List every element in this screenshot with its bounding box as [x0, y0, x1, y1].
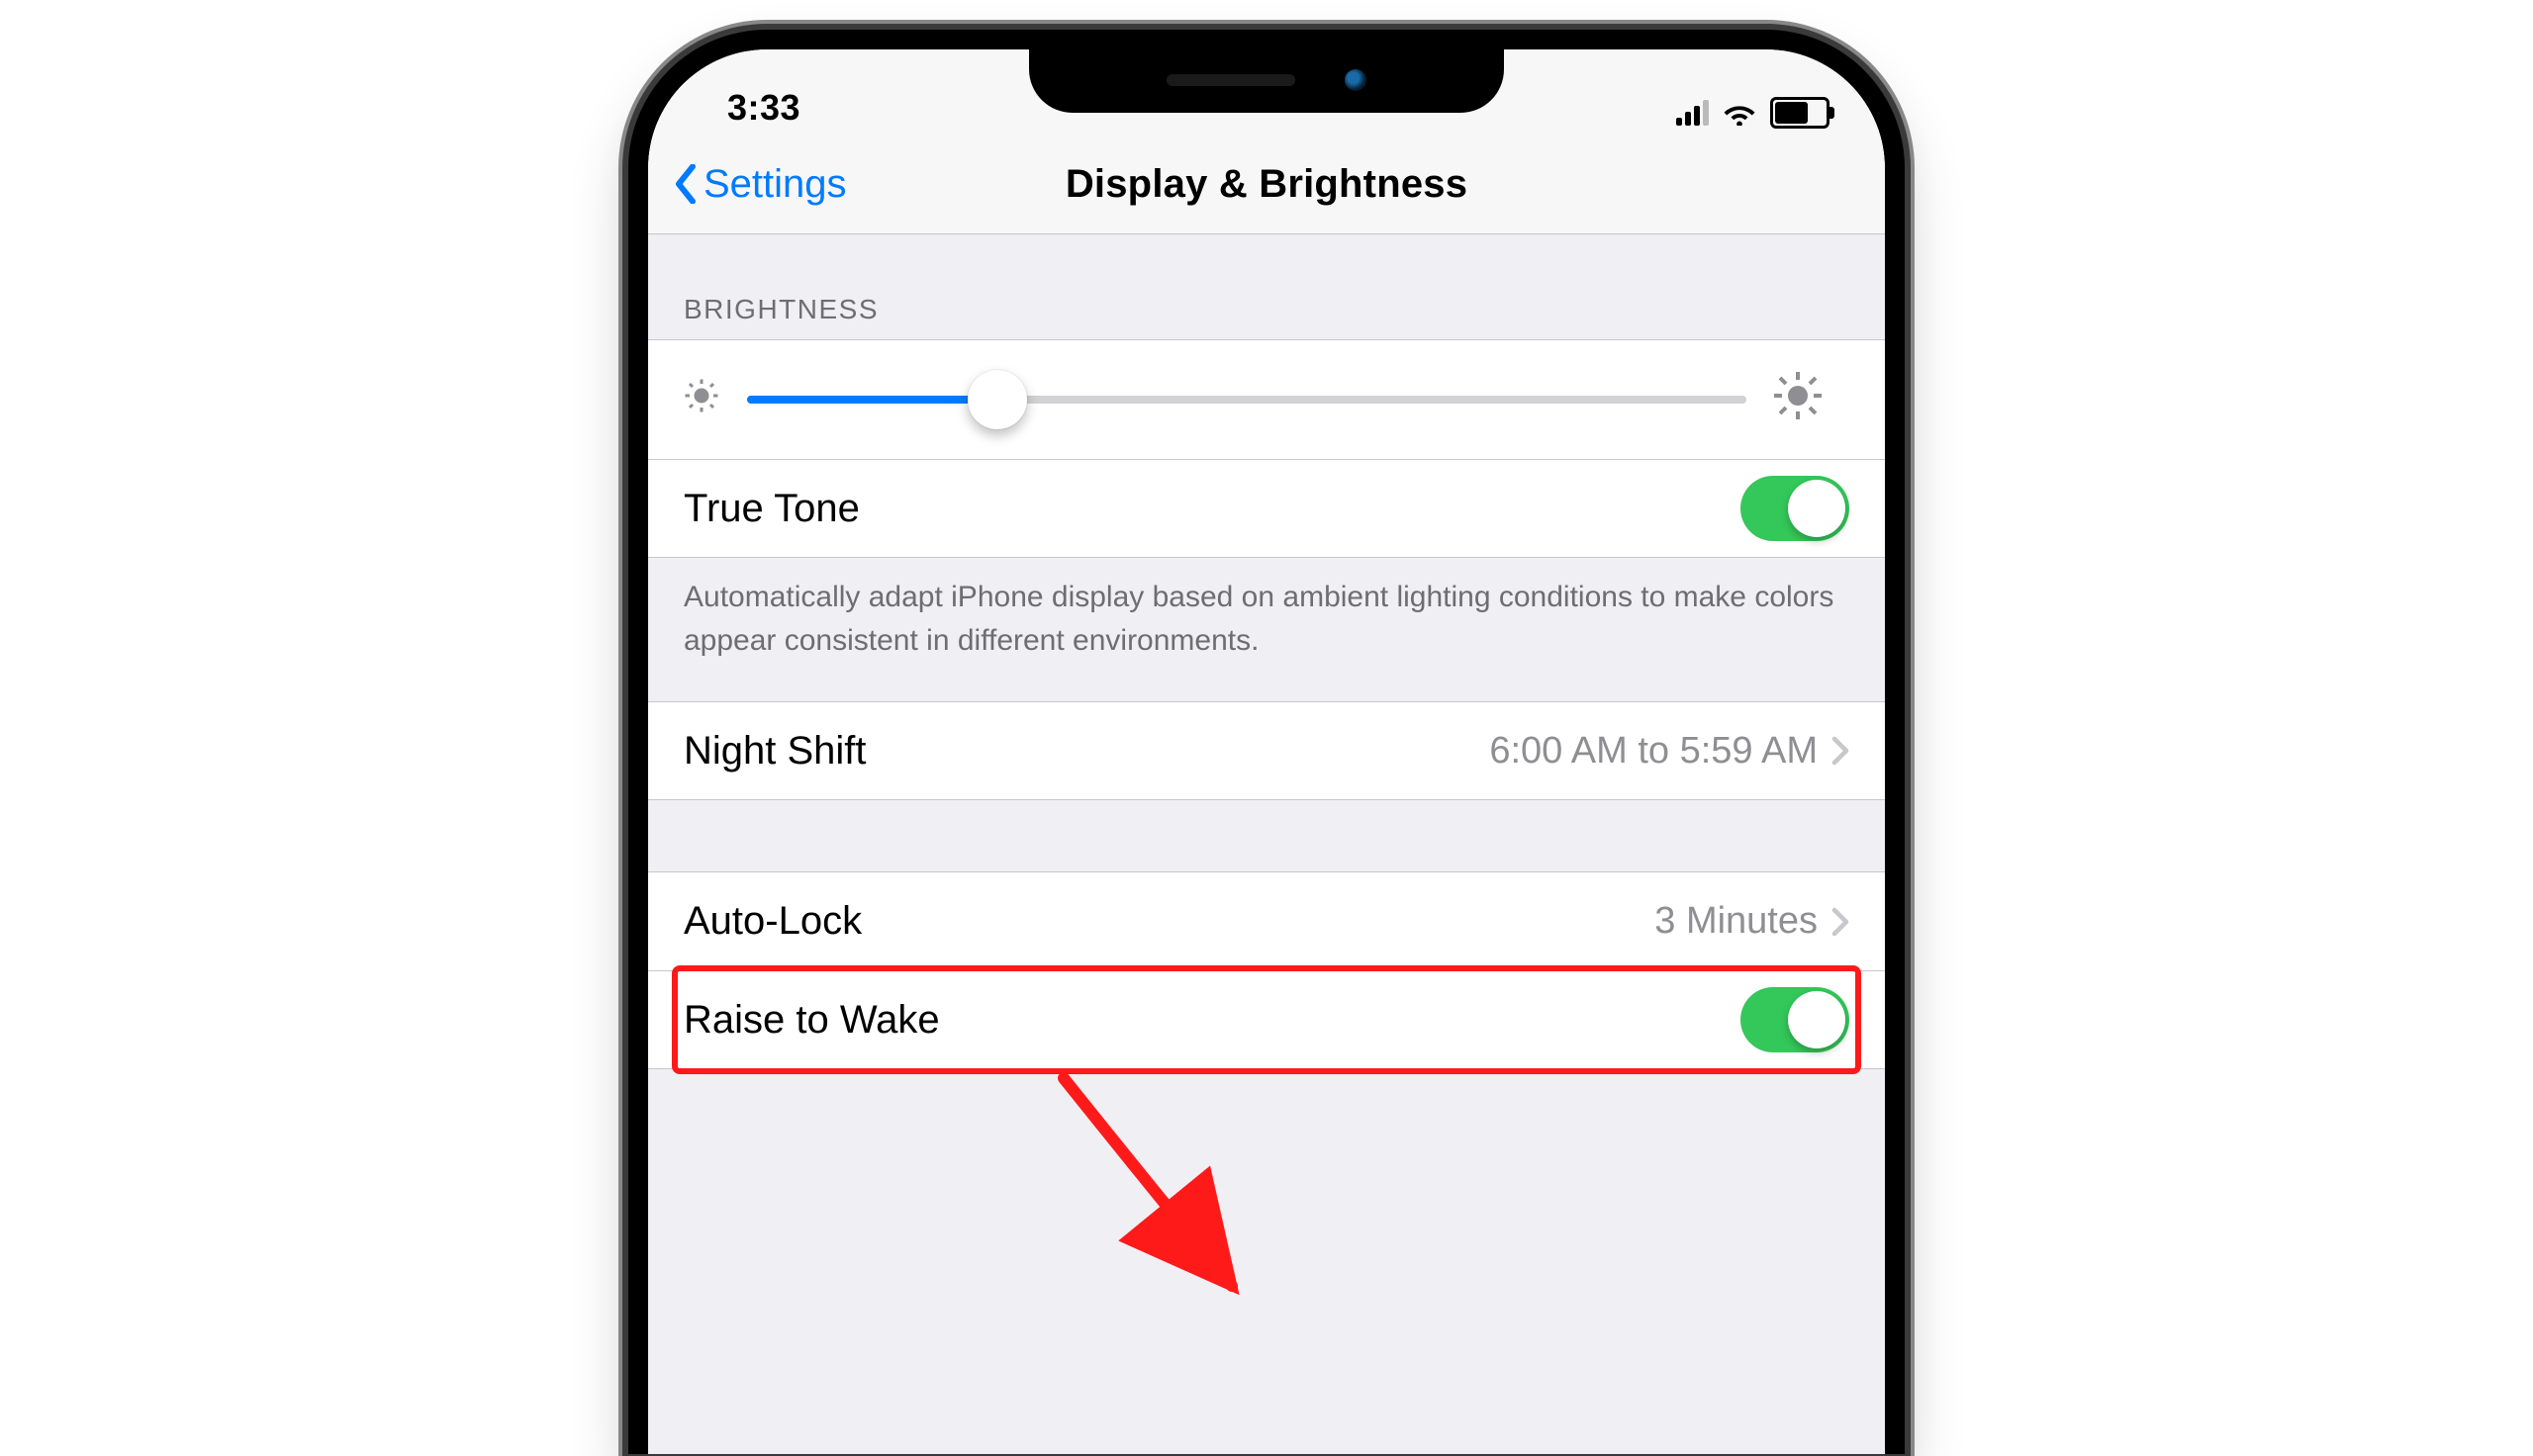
- auto-lock-value: 3 Minutes: [1654, 900, 1849, 943]
- screen: 3:33: [648, 49, 1885, 1454]
- front-camera-icon: [1345, 69, 1366, 91]
- night-shift-row[interactable]: Night Shift 6:00 AM to 5:59 AM: [648, 701, 1885, 800]
- notch: [1029, 49, 1504, 113]
- brightness-slider-row: [648, 339, 1885, 459]
- status-time: 3:33: [727, 87, 800, 129]
- brightness-slider-fill: [747, 396, 997, 404]
- nav-bar: Settings Display & Brightness: [648, 135, 1885, 234]
- toggle-knob: [1788, 480, 1845, 537]
- brightness-slider-knob[interactable]: [968, 370, 1027, 429]
- raise-to-wake-row: Raise to Wake: [648, 970, 1885, 1069]
- back-button[interactable]: Settings: [648, 162, 847, 207]
- true-tone-toggle[interactable]: [1740, 476, 1849, 541]
- page-title: Display & Brightness: [1066, 162, 1467, 207]
- raise-to-wake-toggle[interactable]: [1740, 987, 1849, 1052]
- auto-lock-row[interactable]: Auto-Lock 3 Minutes: [648, 871, 1885, 970]
- night-shift-value: 6:00 AM to 5:59 AM: [1489, 730, 1849, 773]
- phone-frame: 3:33: [628, 30, 1905, 1454]
- raise-to-wake-label: Raise to Wake: [684, 998, 940, 1043]
- speaker-grille: [1167, 74, 1295, 86]
- brightness-slider[interactable]: [747, 396, 1746, 404]
- chevron-right-icon: [1831, 736, 1849, 766]
- night-shift-label: Night Shift: [684, 729, 867, 774]
- phone-screen-clip: 3:33: [648, 49, 1885, 1454]
- cellular-signal-icon: [1676, 100, 1709, 126]
- chevron-right-icon: [1831, 907, 1849, 937]
- back-label: Settings: [704, 162, 847, 207]
- auto-lock-label: Auto-Lock: [684, 899, 862, 944]
- battery-icon: [1770, 97, 1829, 129]
- night-shift-value-text: 6:00 AM to 5:59 AM: [1489, 730, 1818, 773]
- sun-min-icon: [684, 378, 719, 422]
- true-tone-label: True Tone: [684, 487, 860, 531]
- chevron-left-icon: [672, 162, 700, 206]
- status-indicators: [1676, 97, 1829, 129]
- auto-lock-value-text: 3 Minutes: [1654, 900, 1818, 943]
- section-header-brightness: Brightness: [648, 234, 1885, 339]
- toggle-knob: [1788, 991, 1845, 1048]
- true-tone-footer: Automatically adapt iPhone display based…: [648, 558, 1885, 701]
- sun-max-icon: [1774, 372, 1822, 428]
- true-tone-row: True Tone: [648, 459, 1885, 558]
- stage: 3:33: [0, 0, 2533, 1456]
- wifi-icon: [1723, 100, 1756, 126]
